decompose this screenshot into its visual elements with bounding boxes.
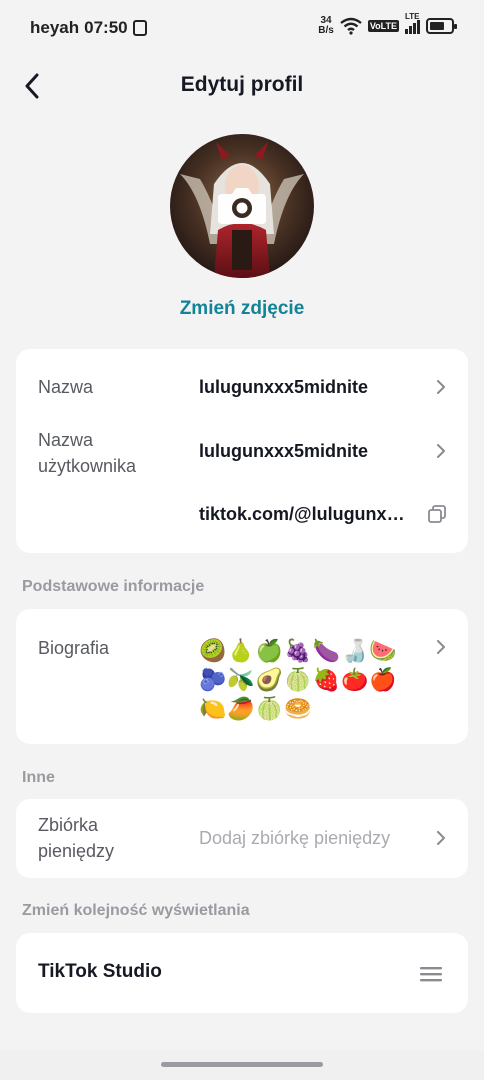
tiktok-studio-label: TikTok Studio [38,961,162,982]
home-indicator[interactable] [161,1062,323,1067]
carrier-name: heyah [30,18,80,37]
name-value: lulugunxxx5midnite [199,377,369,397]
change-photo-link[interactable]: Zmień zdjęcie [0,298,484,320]
display-order-heading: Zmień kolejność wyświetlania [22,902,250,919]
name-label: Nazwa [38,377,94,397]
name-row[interactable]: Nazwa lulugunxxx5midnite [16,349,468,417]
wifi-icon [340,17,362,35]
other-heading: Inne [22,769,55,786]
bio-card[interactable]: Biografia 🥝🍐🍏🍇🍆🍶🍉🫐🫒🥑🍈🍓🍅🍎🍋🥭🍈🥯 [16,609,468,744]
network-speed-unit: B/s [318,25,334,36]
camera-icon [218,188,266,224]
volte-icon: VoLTE [367,20,399,32]
tiktok-studio-card[interactable]: TikTok Studio [16,933,468,1013]
network-speed: 34 B/s [318,16,334,36]
chevron-right-icon [437,444,445,458]
bio-label: Biografia [38,638,110,658]
status-left: heyah 07:50 [30,18,147,38]
battery-icon [426,18,457,34]
copy-icon[interactable] [428,505,446,523]
chevron-right-icon [437,640,445,654]
username-row[interactable]: Nazwa użytkownika lulugunxxx5midnite [16,417,468,487]
chevron-right-icon [437,380,445,394]
fundraiser-label: Zbiórka pieniędzy [38,815,115,861]
username-label: Nazwa użytkownika [38,430,137,476]
profile-avatar[interactable] [170,134,314,278]
account-card: Nazwa lulugunxxx5midnite Nazwa użytkowni… [16,349,468,553]
vibrate-icon [132,20,147,36]
basic-info-heading: Podstawowe informacje [22,578,205,595]
status-time: 07:50 [84,18,128,37]
status-bar: heyah 07:50 34 B/s VoLTE LTE [0,0,484,56]
battery-fill [430,22,444,30]
chevron-right-icon [437,831,445,845]
status-right: 34 B/s VoLTE LTE [318,12,457,36]
profile-link-value: tiktok.com/@lulugunxxx5midnite [199,504,409,524]
lte-label: LTE [405,12,420,21]
fundraiser-card[interactable]: Zbiórka pieniędzy Dodaj zbiórkę pieniędz… [16,799,468,878]
profile-link-row[interactable]: tiktok.com/@lulugunxxx5midnite [16,487,468,547]
username-value: lulugunxxx5midnite [199,441,369,461]
page-title: Edytuj profil [180,73,304,96]
top-bar: Edytuj profil [0,58,484,114]
drag-handle-icon[interactable] [420,965,442,983]
bio-value: 🥝🍐🍏🍇🍆🍶🍉🫐🫒🥑🍈🍓🍅🍎🍋🥭🍈🥯 [199,639,398,722]
fundraiser-placeholder: Dodaj zbiórkę pieniędzy [199,828,391,848]
